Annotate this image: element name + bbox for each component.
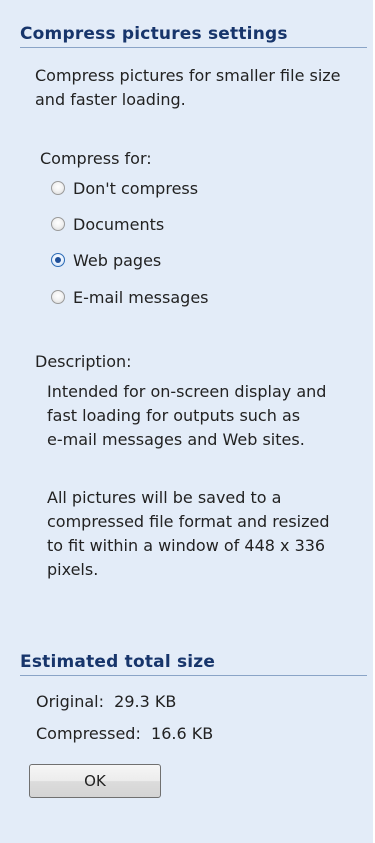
radio-web-pages[interactable]: Web pages [51,248,161,272]
original-size-label: Original: [36,692,104,711]
radio-dont-compress[interactable]: Don't compress [51,176,198,200]
radio-button-documents[interactable] [51,217,65,231]
detail-line-3: to fit within a window of 448 x 336 [47,536,326,555]
detail-line-4: pixels. [47,560,99,579]
radio-label-web-pages: Web pages [73,250,162,270]
intro-text-line-2: and faster loading. [35,90,186,109]
detail-line-2: compressed file format and resized [47,512,330,531]
compress-pictures-pane: Compress pictures settings Compress pict… [0,0,375,843]
radio-button-web-pages[interactable] [51,253,65,267]
compress-settings-header: Compress pictures settings [20,24,367,48]
radio-documents[interactable]: Documents [51,212,164,236]
description-line-2: fast loading for outputs such as [47,406,301,425]
radio-label-dont-compress: Don't compress [73,178,199,198]
detail-line-1: All pictures will be saved to a [47,488,282,507]
description-line-3: e-mail messages and Web sites. [47,430,305,449]
radio-button-dont-compress[interactable] [51,181,65,195]
radio-label-documents: Documents [73,214,165,234]
ok-button[interactable]: OK [29,764,161,798]
compressed-size-row: Compressed: 16.6 KB [36,722,213,746]
radio-label-email-messages: E-mail messages [73,287,209,307]
compress-for-label: Compress for: [40,149,152,168]
description-line-1: Intended for on-screen display and [47,382,327,401]
description-label: Description: [35,352,132,371]
original-size-value: 29.3 KB [114,692,177,711]
intro-text-line-1: Compress pictures for smaller file size [35,66,341,85]
original-size-row: Original: 29.3 KB [36,690,176,714]
estimated-size-header: Estimated total size [20,652,367,676]
ok-button-label: OK [84,772,106,790]
radio-email-messages[interactable]: E-mail messages [51,285,209,309]
compressed-size-label: Compressed: [36,724,141,743]
radio-button-email-messages[interactable] [51,290,65,304]
compressed-size-value: 16.6 KB [151,724,214,743]
